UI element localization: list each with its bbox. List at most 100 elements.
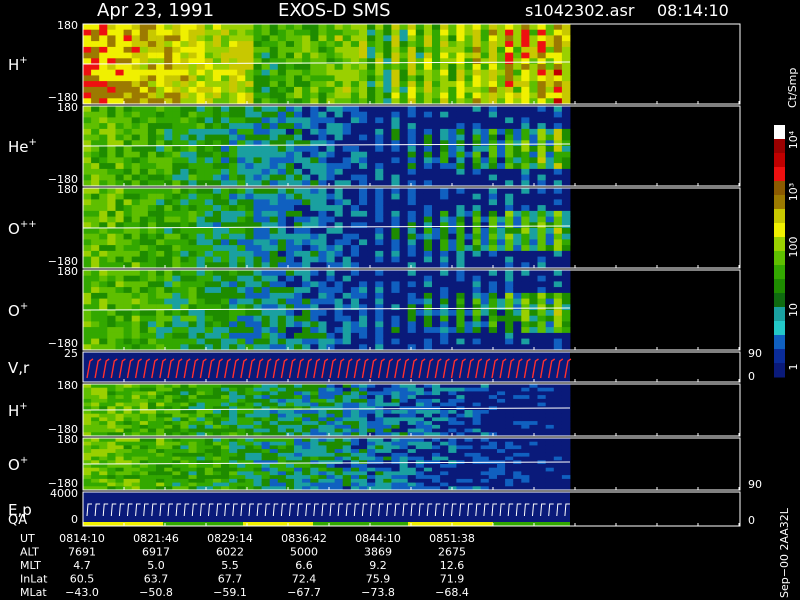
heatmap-cell xyxy=(310,467,319,472)
heatmap-cell xyxy=(83,287,92,294)
heatmap-cell xyxy=(115,344,124,351)
heatmap-cell xyxy=(359,410,368,415)
heatmap-cell xyxy=(115,64,124,71)
heatmap-cell xyxy=(99,151,108,158)
heatmap-cell xyxy=(407,391,417,396)
heatmap-cell xyxy=(123,210,133,217)
heatmap-cell xyxy=(545,117,555,124)
heatmap-cell xyxy=(334,216,344,223)
heatmap-cell xyxy=(399,402,409,407)
heatmap-cell xyxy=(334,402,344,407)
heatmap-cell xyxy=(318,475,327,480)
heatmap-cell xyxy=(342,475,352,480)
heatmap-cell xyxy=(261,327,271,334)
heatmap-cell xyxy=(277,228,287,235)
heatmap-cell xyxy=(253,424,262,429)
heatmap-cell xyxy=(156,402,165,407)
heatmap-cell xyxy=(180,193,189,200)
heatmap-cell xyxy=(505,262,514,269)
heatmap-cell xyxy=(139,315,149,322)
heatmap-cell xyxy=(350,180,360,187)
heatmap-cell xyxy=(221,464,230,469)
heatmap-cell xyxy=(448,478,457,483)
heatmap-cell xyxy=(123,69,133,76)
heatmap-cell xyxy=(318,29,327,36)
heatmap-cell xyxy=(212,188,222,195)
heatmap-cell xyxy=(237,387,246,392)
heatmap-cell xyxy=(245,35,254,42)
heatmap-cell xyxy=(415,321,425,328)
heatmap-cell xyxy=(294,310,303,317)
heatmap-cell xyxy=(245,391,254,396)
heatmap-cell xyxy=(277,482,287,487)
heatmap-cell xyxy=(521,256,530,263)
heatmap-cell xyxy=(99,445,108,450)
heatmap-cell xyxy=(229,228,238,235)
heatmap-cell xyxy=(91,310,100,317)
heatmap-cell xyxy=(359,417,368,422)
heatmap-cell xyxy=(91,174,100,181)
heatmap-cell xyxy=(448,86,457,93)
heatmap-cell xyxy=(156,332,165,339)
heatmap-cell xyxy=(415,475,425,480)
heatmap-cell xyxy=(342,151,352,158)
heatmap-cell xyxy=(204,384,214,389)
heatmap-cell xyxy=(456,384,465,389)
heatmap-cell xyxy=(367,384,376,389)
heatmap-cell xyxy=(196,111,206,118)
heatmap-cell xyxy=(204,233,214,240)
heatmap-cell xyxy=(196,199,206,206)
heatmap-cell xyxy=(342,193,352,200)
heatmap-cell xyxy=(83,188,92,195)
heatmap-cell xyxy=(513,75,522,82)
heatmap-cell xyxy=(196,410,206,415)
heatmap-cell xyxy=(91,168,100,175)
heatmap-cell xyxy=(545,205,555,212)
heatmap-cell xyxy=(245,275,254,282)
heatmap-cell xyxy=(285,310,295,317)
heatmap-cell xyxy=(147,168,157,175)
heatmap-cell xyxy=(553,292,563,299)
heatmap-cell xyxy=(156,174,165,181)
heatmap-cell xyxy=(245,332,254,339)
heatmap-cell xyxy=(164,438,173,443)
heatmap-cell xyxy=(83,417,92,422)
heatmap-cell xyxy=(156,391,165,396)
heatmap-cell xyxy=(383,424,392,429)
heatmap-cell xyxy=(156,216,165,223)
heatmap-cell xyxy=(294,75,303,82)
heatmap-cell xyxy=(277,449,287,454)
heatmap-cell xyxy=(164,106,173,113)
heatmap-cell xyxy=(423,292,433,299)
heatmap-cell xyxy=(456,52,465,59)
heatmap-cell xyxy=(147,81,157,88)
heatmap-cell xyxy=(196,228,206,235)
heatmap-cell xyxy=(294,452,303,457)
heatmap-cell xyxy=(196,168,206,175)
heatmap-cell xyxy=(407,467,417,472)
heatmap-cell xyxy=(399,75,409,82)
heatmap-cell xyxy=(310,52,319,59)
heatmap-cell xyxy=(131,395,141,400)
heatmap-cell xyxy=(561,41,571,48)
heatmap-cell xyxy=(497,327,506,334)
heatmap-cell xyxy=(529,298,538,305)
heatmap-cell xyxy=(107,438,116,443)
heatmap-cell xyxy=(383,256,392,263)
heatmap-cell xyxy=(285,239,295,246)
heatmap-cell xyxy=(156,449,165,454)
heatmap-cell xyxy=(472,146,482,153)
heatmap-cell xyxy=(221,216,230,223)
heatmap-cell xyxy=(432,287,441,294)
heatmap-cell xyxy=(318,428,327,433)
heatmap-cell xyxy=(497,250,506,257)
heatmap-cell xyxy=(196,464,206,469)
heatmap-cell xyxy=(521,205,530,212)
heatmap-cell xyxy=(269,387,279,392)
heatmap-cell xyxy=(464,24,473,31)
heatmap-cell xyxy=(513,395,522,400)
heatmap-cell xyxy=(261,467,271,472)
heatmap-cell xyxy=(253,69,262,76)
heatmap-cell xyxy=(139,134,149,141)
heatmap-cell xyxy=(318,24,327,31)
